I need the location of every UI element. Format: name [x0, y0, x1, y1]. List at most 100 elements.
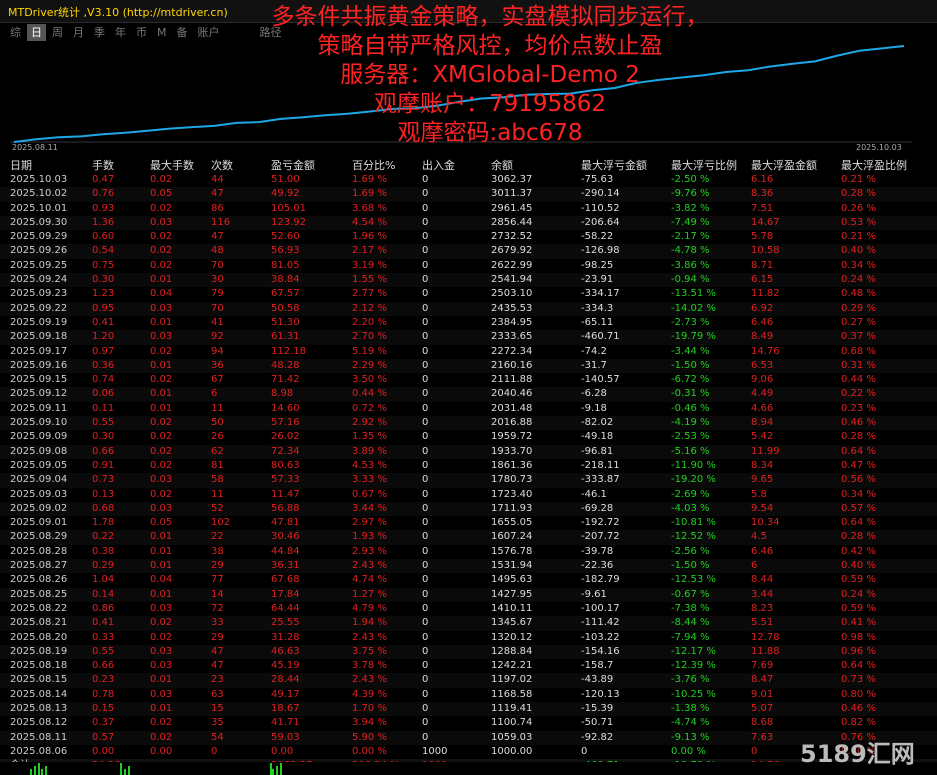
cell-手数: 0.91 [92, 459, 115, 471]
cell-最大浮亏比例: -6.72 % [671, 374, 710, 386]
cell-日期: 2025.09.26 [10, 245, 68, 257]
cell-最大浮盈金额: 6.16 [751, 174, 774, 185]
cell-最大浮亏金额: -290.14 [581, 188, 620, 200]
cell-最大手数: 0.03 [150, 502, 173, 514]
cell-最大浮盈比例: 0.28 % [841, 531, 876, 543]
cell-最大浮亏金额: -334.3 [581, 302, 614, 314]
mtdriver-window: MTDriver统计 ,V3.10 (http://mtdriver.cn) 综… [0, 0, 937, 775]
cell-次数: 47 [211, 188, 224, 200]
cell-最大浮盈金额: 8.68 [751, 717, 774, 729]
cell-最大浮亏比例: -2.69 % [671, 488, 710, 500]
table-row: 2025.09.09 0.30 0.02 26 26.02 1.35 % 0 1959.72 -… [0, 430, 937, 444]
tab-3[interactable]: 月 [69, 24, 88, 41]
tab-8[interactable]: 备 [173, 24, 192, 41]
cell-最大浮盈比例: 0.23 % [841, 402, 876, 414]
tab-4[interactable]: 季 [90, 24, 109, 41]
cell-余额: 1959.72 [491, 431, 533, 443]
cell-盈亏金额: 17.84 [271, 588, 300, 600]
cell-次数: 102 [211, 517, 231, 529]
table-row: 2025.09.26 0.54 0.02 48 56.93 2.17 % 0 2679.92 -… [0, 244, 937, 259]
cell-次数: 15 [211, 702, 224, 714]
cell-余额: 2333.65 [491, 331, 533, 343]
cell-百分比%: 2.43 % [352, 631, 387, 643]
cell-余额: 余额 [491, 159, 513, 172]
cell-次数: 62 [211, 445, 224, 457]
cell-次数: 44 [211, 174, 224, 185]
table-row: 2025.08.21 0.41 0.02 33 25.55 1.94 % 0 1345.67 -… [0, 616, 937, 631]
cell-余额: 1320.12 [491, 631, 533, 643]
cell-盈亏金额: 8.98 [271, 388, 294, 400]
table-row: 2025.08.14 0.78 0.03 63 49.17 4.39 % 0 1168.58 -… [0, 688, 937, 702]
tab-7[interactable]: M [153, 24, 171, 41]
tab-6[interactable]: 币 [132, 24, 151, 41]
tab-5[interactable]: 年 [111, 24, 130, 41]
cell-最大浮亏金额: -110.52 [581, 202, 620, 214]
cell-最大浮亏比例: -4.78 % [671, 245, 710, 257]
cell-次数: 36 [211, 359, 224, 371]
cell-最大浮亏金额: -46.1 [581, 488, 607, 500]
cell-手数: 0.55 [92, 645, 115, 657]
cell-最大手数: 0.02 [150, 174, 173, 185]
cell-最大手数: 0.04 [150, 288, 173, 300]
cell-盈亏金额: 123.92 [271, 216, 306, 228]
cell-日期: 2025.09.19 [10, 316, 68, 328]
cell-百分比%: 1.93 % [352, 531, 387, 543]
cell-盈亏金额: 67.57 [271, 288, 300, 300]
cell-最大浮盈比例: 0.27 % [841, 316, 876, 328]
cell-日期: 2025.09.09 [10, 431, 68, 443]
cell-最大浮盈金额: 7.51 [751, 202, 774, 214]
cell-最大浮盈比例: 最大浮盈比例 [841, 159, 907, 172]
cell-次数: 70 [211, 302, 224, 314]
cell-最大浮盈金额: 5.8 [751, 488, 767, 500]
cell-最大浮亏金额: 最大浮亏金额 [581, 159, 647, 172]
cell-最大手数: 0.02 [150, 231, 173, 243]
cell-手数: 0.68 [92, 502, 115, 514]
cell-出入金: 0 [422, 274, 429, 286]
cell-出入金: 0 [422, 459, 429, 471]
cell-余额: 2961.45 [491, 202, 533, 214]
cell-出入金: 0 [422, 588, 429, 600]
table-row: 2025.09.02 0.68 0.03 52 56.88 3.44 % 0 1711.93 -… [0, 501, 937, 517]
cell-最大浮盈金额: 8.34 [751, 459, 774, 471]
cell-次数: 92 [211, 331, 224, 343]
cell-盈亏金额: 18.67 [271, 702, 300, 714]
table-header: 日期 手数 最大手数 次数 盈亏金额 百分比% 出入金 余额 最大浮亏金额 最大浮亏比例 最大浮盈金… [0, 158, 937, 173]
cell-出入金: 0 [422, 617, 429, 629]
cell-最大浮亏比例: -14.02 % [671, 302, 716, 314]
cell-盈亏金额: 28.44 [271, 674, 300, 686]
cell-百分比%: 3.50 % [352, 374, 387, 386]
tab-0[interactable]: 综 [6, 24, 25, 41]
cell-最大浮盈金额: 14.67 [751, 216, 780, 228]
cell-手数: 0.11 [92, 402, 115, 414]
table-row: 2025.09.18 1.20 0.03 92 61.31 2.70 % 0 2333.65 -… [0, 330, 937, 345]
cell-最大浮亏比例: -2.17 % [671, 231, 710, 243]
overlay-line: 服务器：XMGlobal-Demo 2 [340, 62, 640, 88]
cell-最大浮盈比例: 0.41 % [841, 617, 876, 629]
cell-盈亏金额: 49.17 [271, 688, 300, 700]
cell-余额: 2679.92 [491, 245, 533, 257]
table-row: 2025.08.18 0.66 0.03 47 45.19 3.78 % 0 1242.21 -… [0, 659, 937, 673]
cell-盈亏金额: 56.93 [271, 245, 300, 257]
cell-最大浮亏金额: -22.36 [581, 560, 614, 572]
cell-盈亏金额: 11.47 [271, 488, 300, 500]
cell-最大浮盈金额: 3.44 [751, 588, 774, 600]
promo-overlay-text: 多条件共振黄金策略，实盘模拟同步运行， 策略自带严格风控，均价点数止盈 服务器：… [230, 3, 750, 148]
cell-出入金: 0 [422, 717, 429, 729]
tab-2[interactable]: 周 [48, 24, 67, 41]
cell-盈亏金额: 56.88 [271, 502, 300, 514]
table-row: 2025.09.23 1.23 0.04 79 67.57 2.77 % 0 2503.10 -… [0, 287, 937, 301]
cell-最大浮盈比例: 0.64 % [841, 660, 876, 672]
cell-最大浮盈金额: 7.63 [751, 731, 774, 743]
tab-9[interactable]: 账户 [194, 24, 224, 41]
cell-百分比%: 0.67 % [352, 488, 387, 500]
cell-日期: 2025.09.22 [10, 302, 68, 314]
cell-百分比%: 2.43 % [352, 674, 387, 686]
cell-百分比%: 2.77 % [352, 288, 387, 300]
cell-手数: 0.00 [92, 745, 115, 757]
table-row: 2025.08.22 0.86 0.03 72 64.44 4.79 % 0 1410.11 -… [0, 602, 937, 616]
cell-次数: 72 [211, 602, 224, 614]
cell-出入金: 0 [422, 702, 429, 714]
cell-最大浮盈金额: 11.82 [751, 288, 780, 300]
cell-余额: 2111.88 [491, 374, 533, 386]
tab-1[interactable]: 日 [27, 24, 46, 41]
